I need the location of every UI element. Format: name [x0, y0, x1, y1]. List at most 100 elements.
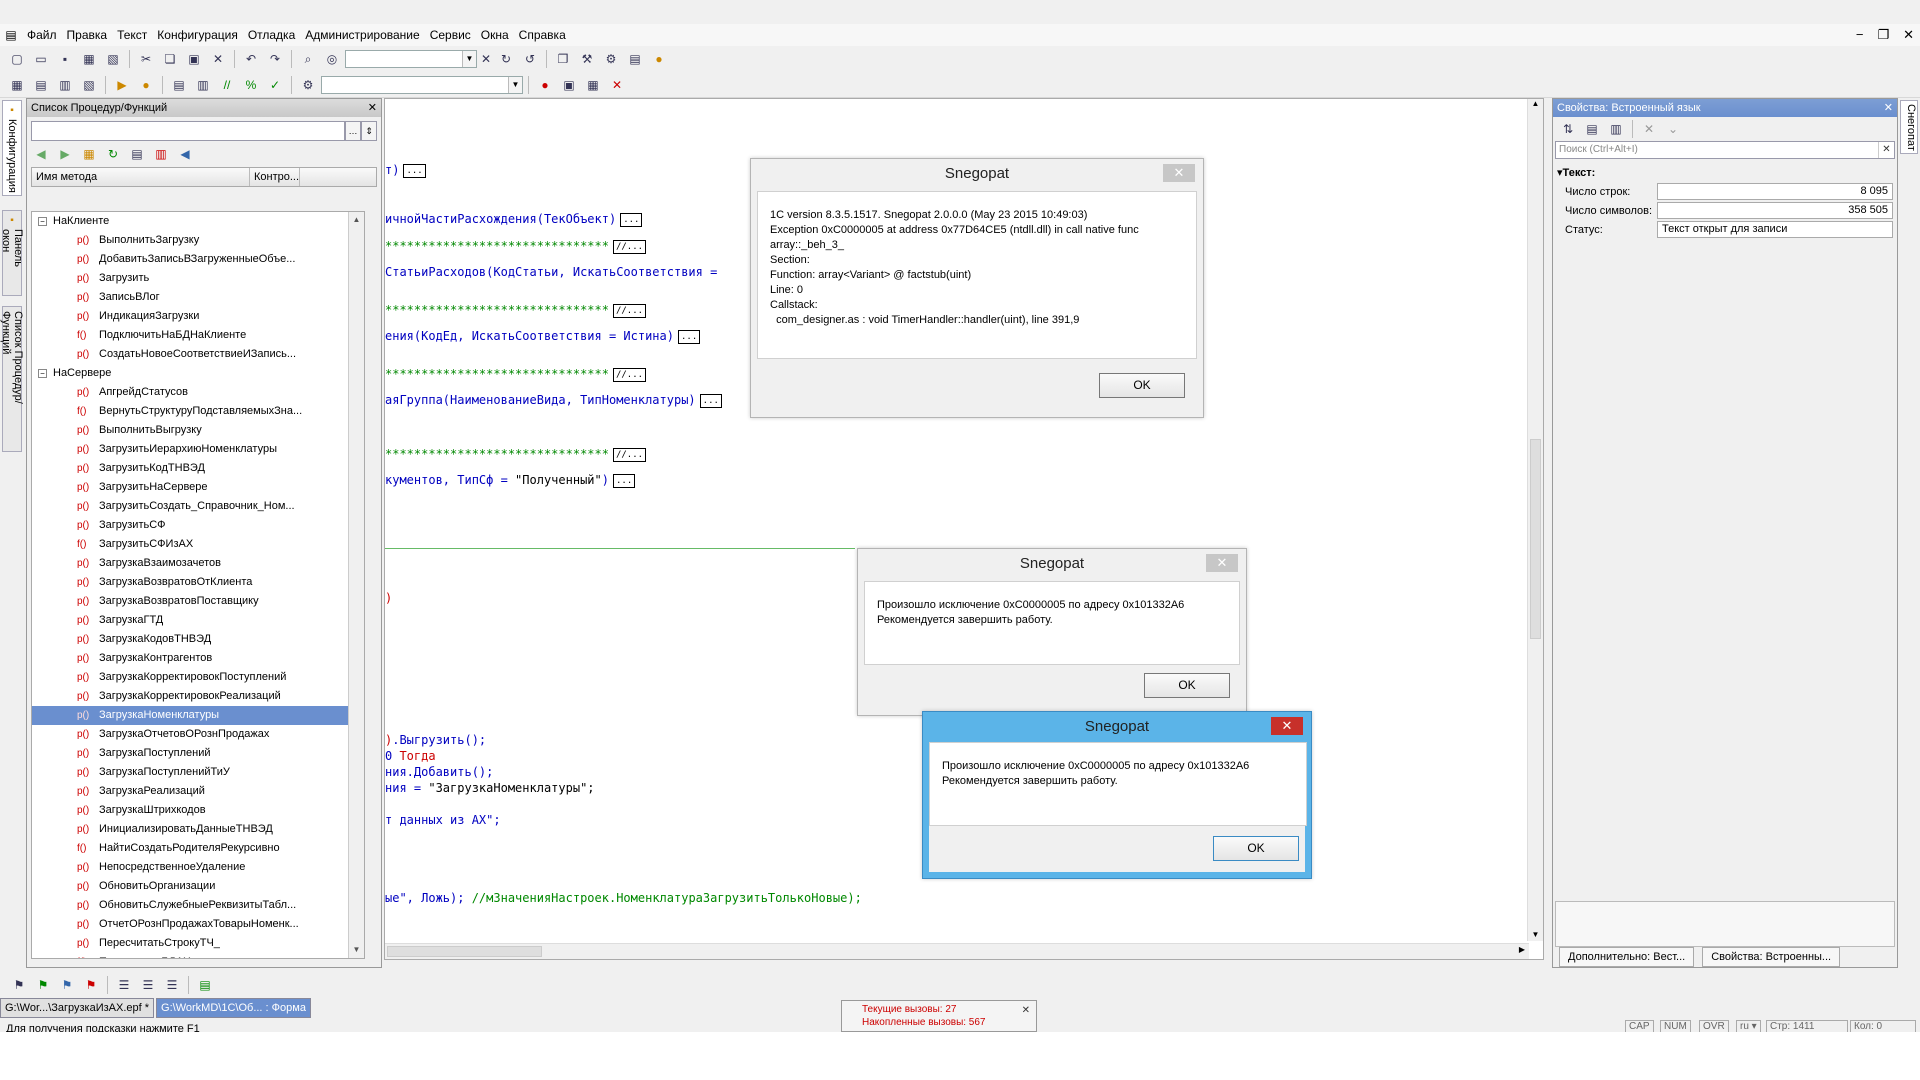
tab-properties[interactable]: Свойства: Встроенны...: [1702, 947, 1841, 967]
delete-icon[interactable]: ✕: [207, 48, 229, 70]
format-icon[interactable]: ☰: [161, 974, 183, 996]
menu-item[interactable]: Окна: [476, 24, 514, 46]
redo-icon[interactable]: ↷: [264, 48, 286, 70]
block-icon[interactable]: ▤: [168, 74, 190, 96]
window-tab[interactable]: G:\WorkMD\1C\Об... : Форма: [156, 998, 311, 1018]
method-row[interactable]: p() НепосредственноеУдаление: [32, 858, 364, 877]
proc-search-spin-icon[interactable]: ⇕: [361, 121, 377, 141]
method-row[interactable]: p() ОтчетОРознПродажахТоварыНоменк...: [32, 915, 364, 934]
goto-icon[interactable]: ◀: [175, 143, 195, 165]
find-icon[interactable]: ⌕: [297, 48, 319, 70]
editor-horizontal-scrollbar[interactable]: ▶: [385, 943, 1529, 959]
method-row[interactable]: p() ЗагрузкаГТД: [32, 611, 364, 630]
ok-button[interactable]: OK: [1099, 373, 1185, 398]
method-row[interactable]: p() ЗагрузкаКорректировокРеализаций: [32, 687, 364, 706]
collapse-region-marker[interactable]: //...: [612, 447, 647, 462]
method-row[interactable]: p() ДобавитьЗаписьВЗагруженныеОбъе...: [32, 250, 364, 269]
tab-snegopat[interactable]: Снегопат: [1900, 100, 1918, 154]
method-row[interactable]: p() ЗагрузкаРеализаций: [32, 782, 364, 801]
method-row[interactable]: p() ИндикацияЗагрузки: [32, 307, 364, 326]
dialog-close-button[interactable]: ✕: [1206, 554, 1238, 572]
sort-icon[interactable]: ▤: [127, 143, 147, 165]
props-close-icon[interactable]: ✕: [1884, 99, 1893, 117]
method-row[interactable]: f() ЗагрузитьСФИзАХ: [32, 535, 364, 554]
uncomment-icon[interactable]: %: [240, 74, 262, 96]
minimize-button[interactable]: −: [1856, 24, 1864, 46]
categories-icon[interactable]: ▤: [1581, 118, 1603, 140]
menu-item[interactable]: Конфигурация: [152, 24, 243, 46]
method-row[interactable]: p() ЗагрузитьСФ: [32, 516, 364, 535]
find-prev-icon[interactable]: ↺: [519, 48, 541, 70]
method-row[interactable]: p() ЗагрузитьИерархиюНоменклатуры: [32, 440, 364, 459]
dialog-close-button[interactable]: ✕: [1271, 717, 1303, 735]
method-row[interactable]: f()ПодключитьБДАХ: [32, 953, 364, 958]
filter-props-icon[interactable]: ▥: [1605, 118, 1627, 140]
calls-close-icon[interactable]: ✕: [1022, 1004, 1030, 1017]
collapse-region-marker[interactable]: //...: [612, 239, 647, 254]
method-row[interactable]: p() ВыполнитьВыгрузку: [32, 421, 364, 440]
module-icon[interactable]: ⚙: [297, 74, 319, 96]
method-row[interactable]: p() ЗагрузитьКодТНВЭД: [32, 459, 364, 478]
forward-icon[interactable]: ▶: [55, 143, 75, 165]
method-row[interactable]: p() ЗагрузкаПоступленийТиУ: [32, 763, 364, 782]
run-debug-icon[interactable]: ▶: [111, 74, 133, 96]
template-icon[interactable]: ▤: [194, 974, 216, 996]
group-row[interactable]: − НаКлиенте: [32, 212, 364, 231]
menu-item[interactable]: Справка: [514, 24, 571, 46]
method-row[interactable]: p() СоздатьНовоеСоответствиеИЗапись...: [32, 345, 364, 364]
col-method-name[interactable]: Имя метода: [32, 168, 250, 186]
comment-icon[interactable]: //: [216, 74, 238, 96]
query-icon[interactable]: ⚙: [600, 48, 622, 70]
check-icon[interactable]: ✓: [264, 74, 286, 96]
proc-search-options-icon[interactable]: …: [345, 121, 361, 141]
props-section-text[interactable]: ▾ Текст:: [1553, 163, 1897, 182]
method-row[interactable]: f() ПодключитьНаБДНаКлиенте: [32, 326, 364, 345]
tab-additional[interactable]: Дополнительно: Вест...: [1559, 947, 1695, 967]
stop-icon[interactable]: ✕: [606, 74, 628, 96]
collapse-region-marker[interactable]: ...: [403, 163, 426, 178]
tools-icon[interactable]: ⚒: [576, 48, 598, 70]
windows-icon[interactable]: ❐: [552, 48, 574, 70]
app-menu-icon[interactable]: ▤: [0, 28, 22, 42]
method-row[interactable]: p() ЗагрузкаОтчетовОРознПродажах: [32, 725, 364, 744]
collapse-region-marker[interactable]: ...: [612, 473, 636, 488]
undo-icon[interactable]: ↶: [240, 48, 262, 70]
editor-vertical-scrollbar[interactable]: ▲ ▼: [1527, 99, 1543, 941]
tab-window-panel[interactable]: ▪ Панель окон: [0, 210, 24, 296]
props-search-input[interactable]: Поиск (Ctrl+Alt+I) ✕: [1555, 141, 1895, 159]
method-row[interactable]: p() АпгрейдСтатусов: [32, 383, 364, 402]
paste-icon[interactable]: ▣: [183, 48, 205, 70]
new-icon[interactable]: ▢: [6, 48, 28, 70]
method-row[interactable]: p() Загрузить: [32, 269, 364, 288]
bookmark-clear-icon[interactable]: ⚑: [80, 974, 102, 996]
watch-icon[interactable]: ▦: [582, 74, 604, 96]
method-row[interactable]: p() ОбновитьСлужебныеРеквизитыТабл...: [32, 896, 364, 915]
copy-icon[interactable]: ❏: [159, 48, 181, 70]
bookmark-next-icon[interactable]: ⚑: [32, 974, 54, 996]
expand-prop-icon[interactable]: ⌄: [1662, 118, 1684, 140]
filter-icon[interactable]: ▥: [151, 143, 171, 165]
collapse-region-marker[interactable]: ...: [677, 329, 701, 344]
tab-proc-list[interactable]: Список Процедур/Функций: [0, 306, 24, 452]
collapse-region-marker[interactable]: ...: [699, 393, 722, 408]
method-row[interactable]: p() ЗагрузкаКонтрагентов: [32, 649, 364, 668]
window-tab[interactable]: G:\Wor...\ЗагрузкаИзАХ.epf *: [0, 998, 155, 1018]
menu-item[interactable]: Правка: [62, 24, 113, 46]
property-value[interactable]: 358 505: [1657, 202, 1893, 219]
method-row[interactable]: p() ЗагрузкаКодовТНВЭД: [32, 630, 364, 649]
proc-list-scrollbar[interactable]: ▲ ▼: [348, 212, 364, 958]
db-config-icon[interactable]: ▤: [30, 74, 52, 96]
tab-configuration[interactable]: ▪ Конфигурация: [2, 100, 22, 196]
close-button[interactable]: ✕: [1903, 24, 1914, 46]
bookmark-icon[interactable]: ⚑: [8, 974, 30, 996]
preview-icon[interactable]: ▧: [102, 48, 124, 70]
method-row[interactable]: p() ЗагрузкаНоменклатуры: [32, 706, 364, 725]
method-row[interactable]: p() ПересчитатьСтрокуТЧ_: [32, 934, 364, 953]
method-row[interactable]: p() ВыполнитьЗагрузку: [32, 231, 364, 250]
open-icon[interactable]: ▭: [30, 48, 52, 70]
method-row[interactable]: p() ЗагрузкаШтрихкодов: [32, 801, 364, 820]
syntax-icon[interactable]: ▤: [624, 48, 646, 70]
search-combo[interactable]: ▼: [345, 50, 477, 68]
refresh-icon[interactable]: ↻: [103, 143, 123, 165]
menu-item[interactable]: Администрирование: [300, 24, 424, 46]
